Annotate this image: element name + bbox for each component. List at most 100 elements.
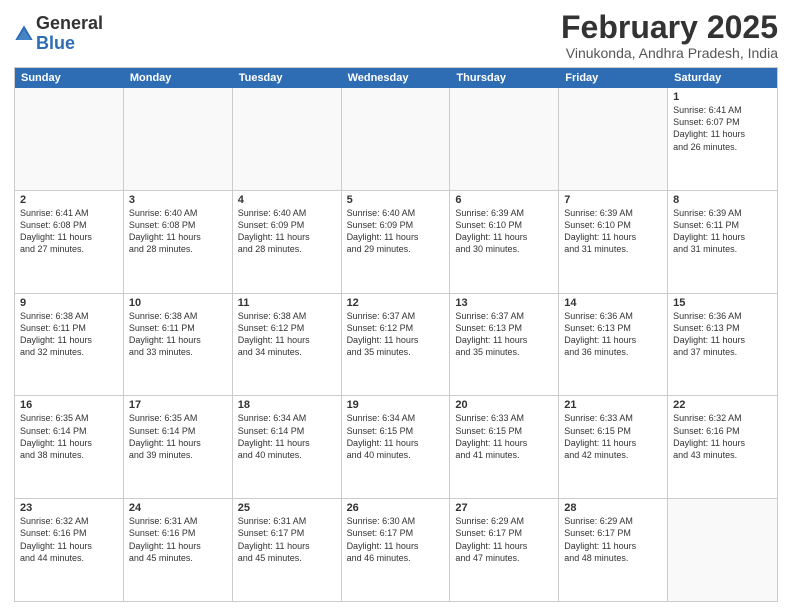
calendar-cell: 19Sunrise: 6:34 AM Sunset: 6:15 PM Dayli… xyxy=(342,396,451,498)
calendar-cell xyxy=(342,88,451,190)
calendar-cell: 28Sunrise: 6:29 AM Sunset: 6:17 PM Dayli… xyxy=(559,499,668,601)
day-number: 28 xyxy=(564,502,662,514)
calendar-body: 1Sunrise: 6:41 AM Sunset: 6:07 PM Daylig… xyxy=(15,88,777,601)
weekday-header: Thursday xyxy=(450,68,559,88)
day-number: 17 xyxy=(129,399,227,411)
month-title: February 2025 xyxy=(561,10,778,45)
day-number: 10 xyxy=(129,297,227,309)
day-info: Sunrise: 6:35 AM Sunset: 6:14 PM Dayligh… xyxy=(20,412,118,461)
calendar-cell: 21Sunrise: 6:33 AM Sunset: 6:15 PM Dayli… xyxy=(559,396,668,498)
day-number: 21 xyxy=(564,399,662,411)
calendar-cell xyxy=(450,88,559,190)
calendar-cell: 13Sunrise: 6:37 AM Sunset: 6:13 PM Dayli… xyxy=(450,294,559,396)
day-info: Sunrise: 6:32 AM Sunset: 6:16 PM Dayligh… xyxy=(20,515,118,564)
calendar-cell xyxy=(15,88,124,190)
day-info: Sunrise: 6:36 AM Sunset: 6:13 PM Dayligh… xyxy=(564,310,662,359)
calendar-cell: 8Sunrise: 6:39 AM Sunset: 6:11 PM Daylig… xyxy=(668,191,777,293)
day-info: Sunrise: 6:39 AM Sunset: 6:10 PM Dayligh… xyxy=(455,207,553,256)
day-number: 27 xyxy=(455,502,553,514)
day-info: Sunrise: 6:35 AM Sunset: 6:14 PM Dayligh… xyxy=(129,412,227,461)
day-info: Sunrise: 6:31 AM Sunset: 6:16 PM Dayligh… xyxy=(129,515,227,564)
day-number: 5 xyxy=(347,194,445,206)
calendar-cell: 23Sunrise: 6:32 AM Sunset: 6:16 PM Dayli… xyxy=(15,499,124,601)
weekday-header: Friday xyxy=(559,68,668,88)
day-info: Sunrise: 6:39 AM Sunset: 6:11 PM Dayligh… xyxy=(673,207,772,256)
calendar-cell: 3Sunrise: 6:40 AM Sunset: 6:08 PM Daylig… xyxy=(124,191,233,293)
day-number: 19 xyxy=(347,399,445,411)
day-info: Sunrise: 6:38 AM Sunset: 6:11 PM Dayligh… xyxy=(129,310,227,359)
calendar-cell: 22Sunrise: 6:32 AM Sunset: 6:16 PM Dayli… xyxy=(668,396,777,498)
day-number: 6 xyxy=(455,194,553,206)
calendar-cell: 11Sunrise: 6:38 AM Sunset: 6:12 PM Dayli… xyxy=(233,294,342,396)
calendar-cell xyxy=(233,88,342,190)
title-block: February 2025 Vinukonda, Andhra Pradesh,… xyxy=(561,10,778,61)
logo: General Blue xyxy=(14,14,103,54)
day-info: Sunrise: 6:40 AM Sunset: 6:09 PM Dayligh… xyxy=(238,207,336,256)
calendar-cell: 27Sunrise: 6:29 AM Sunset: 6:17 PM Dayli… xyxy=(450,499,559,601)
calendar-cell: 18Sunrise: 6:34 AM Sunset: 6:14 PM Dayli… xyxy=(233,396,342,498)
day-number: 16 xyxy=(20,399,118,411)
logo-icon xyxy=(14,24,34,44)
calendar-row: 16Sunrise: 6:35 AM Sunset: 6:14 PM Dayli… xyxy=(15,396,777,499)
calendar-cell: 25Sunrise: 6:31 AM Sunset: 6:17 PM Dayli… xyxy=(233,499,342,601)
day-info: Sunrise: 6:38 AM Sunset: 6:12 PM Dayligh… xyxy=(238,310,336,359)
day-number: 25 xyxy=(238,502,336,514)
calendar-cell: 6Sunrise: 6:39 AM Sunset: 6:10 PM Daylig… xyxy=(450,191,559,293)
calendar-cell: 7Sunrise: 6:39 AM Sunset: 6:10 PM Daylig… xyxy=(559,191,668,293)
weekday-header: Saturday xyxy=(668,68,777,88)
calendar-cell: 1Sunrise: 6:41 AM Sunset: 6:07 PM Daylig… xyxy=(668,88,777,190)
header: General Blue February 2025 Vinukonda, An… xyxy=(14,10,778,61)
calendar-cell: 16Sunrise: 6:35 AM Sunset: 6:14 PM Dayli… xyxy=(15,396,124,498)
calendar-row: 2Sunrise: 6:41 AM Sunset: 6:08 PM Daylig… xyxy=(15,191,777,294)
calendar-cell xyxy=(124,88,233,190)
day-info: Sunrise: 6:36 AM Sunset: 6:13 PM Dayligh… xyxy=(673,310,772,359)
day-number: 4 xyxy=(238,194,336,206)
calendar-cell: 9Sunrise: 6:38 AM Sunset: 6:11 PM Daylig… xyxy=(15,294,124,396)
day-info: Sunrise: 6:39 AM Sunset: 6:10 PM Dayligh… xyxy=(564,207,662,256)
calendar-cell: 2Sunrise: 6:41 AM Sunset: 6:08 PM Daylig… xyxy=(15,191,124,293)
day-info: Sunrise: 6:33 AM Sunset: 6:15 PM Dayligh… xyxy=(564,412,662,461)
calendar: SundayMondayTuesdayWednesdayThursdayFrid… xyxy=(14,67,778,602)
day-number: 13 xyxy=(455,297,553,309)
day-number: 3 xyxy=(129,194,227,206)
calendar-cell: 4Sunrise: 6:40 AM Sunset: 6:09 PM Daylig… xyxy=(233,191,342,293)
calendar-cell: 15Sunrise: 6:36 AM Sunset: 6:13 PM Dayli… xyxy=(668,294,777,396)
calendar-header: SundayMondayTuesdayWednesdayThursdayFrid… xyxy=(15,68,777,88)
day-number: 8 xyxy=(673,194,772,206)
day-number: 11 xyxy=(238,297,336,309)
weekday-header: Tuesday xyxy=(233,68,342,88)
day-number: 14 xyxy=(564,297,662,309)
day-number: 26 xyxy=(347,502,445,514)
day-info: Sunrise: 6:40 AM Sunset: 6:08 PM Dayligh… xyxy=(129,207,227,256)
day-number: 7 xyxy=(564,194,662,206)
day-info: Sunrise: 6:30 AM Sunset: 6:17 PM Dayligh… xyxy=(347,515,445,564)
day-info: Sunrise: 6:31 AM Sunset: 6:17 PM Dayligh… xyxy=(238,515,336,564)
day-number: 1 xyxy=(673,91,772,103)
day-info: Sunrise: 6:41 AM Sunset: 6:07 PM Dayligh… xyxy=(673,104,772,153)
logo-blue: Blue xyxy=(36,33,75,53)
day-info: Sunrise: 6:37 AM Sunset: 6:12 PM Dayligh… xyxy=(347,310,445,359)
weekday-header: Sunday xyxy=(15,68,124,88)
day-info: Sunrise: 6:32 AM Sunset: 6:16 PM Dayligh… xyxy=(673,412,772,461)
calendar-cell: 26Sunrise: 6:30 AM Sunset: 6:17 PM Dayli… xyxy=(342,499,451,601)
logo-general: General xyxy=(36,13,103,33)
calendar-row: 23Sunrise: 6:32 AM Sunset: 6:16 PM Dayli… xyxy=(15,499,777,601)
calendar-cell: 14Sunrise: 6:36 AM Sunset: 6:13 PM Dayli… xyxy=(559,294,668,396)
location-subtitle: Vinukonda, Andhra Pradesh, India xyxy=(561,45,778,61)
day-number: 15 xyxy=(673,297,772,309)
calendar-row: 9Sunrise: 6:38 AM Sunset: 6:11 PM Daylig… xyxy=(15,294,777,397)
day-info: Sunrise: 6:33 AM Sunset: 6:15 PM Dayligh… xyxy=(455,412,553,461)
day-number: 12 xyxy=(347,297,445,309)
calendar-cell xyxy=(668,499,777,601)
day-number: 9 xyxy=(20,297,118,309)
calendar-cell: 5Sunrise: 6:40 AM Sunset: 6:09 PM Daylig… xyxy=(342,191,451,293)
day-info: Sunrise: 6:38 AM Sunset: 6:11 PM Dayligh… xyxy=(20,310,118,359)
day-info: Sunrise: 6:34 AM Sunset: 6:15 PM Dayligh… xyxy=(347,412,445,461)
day-number: 2 xyxy=(20,194,118,206)
weekday-header: Monday xyxy=(124,68,233,88)
day-info: Sunrise: 6:29 AM Sunset: 6:17 PM Dayligh… xyxy=(455,515,553,564)
calendar-cell xyxy=(559,88,668,190)
day-number: 24 xyxy=(129,502,227,514)
calendar-cell: 20Sunrise: 6:33 AM Sunset: 6:15 PM Dayli… xyxy=(450,396,559,498)
day-number: 18 xyxy=(238,399,336,411)
